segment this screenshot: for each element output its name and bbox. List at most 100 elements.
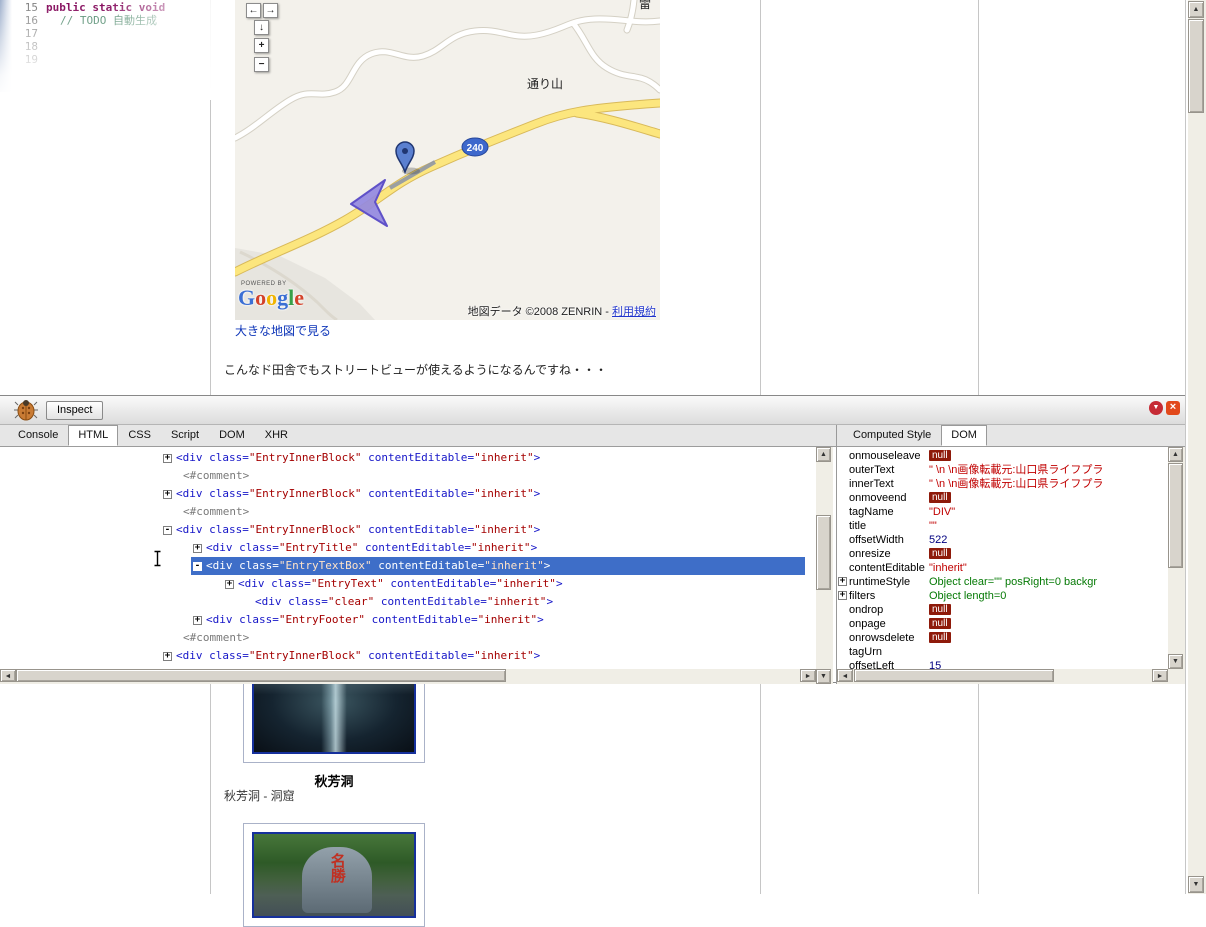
close-icon[interactable]: × (1166, 401, 1180, 415)
right-tab-dom[interactable]: DOM (941, 425, 987, 446)
expander-icon[interactable]: + (163, 652, 172, 661)
scrollbar-corner (1168, 669, 1185, 684)
terms-link[interactable]: 利用規約 (612, 306, 656, 318)
fade-overlay (0, 0, 212, 100)
dom-row[interactable]: onmoveend null (837, 491, 1168, 505)
dom-row[interactable]: ondrop null (837, 603, 1168, 617)
dom-row[interactable]: onpage null (837, 617, 1168, 631)
dom-row[interactable]: onresize null (837, 547, 1168, 561)
dom-row[interactable]: innerText " \n \n画像転載元:山口県ライフプラ (837, 477, 1168, 491)
zoom-in-button[interactable]: + (254, 38, 269, 53)
pan-right-button[interactable]: → (263, 3, 278, 18)
dom-row[interactable]: onrowsdelete null (837, 631, 1168, 645)
tab-console[interactable]: Console (8, 425, 68, 444)
scrollbar-thumb[interactable] (816, 515, 831, 590)
dom-row[interactable]: + filters Object length=0 (837, 589, 1168, 603)
dom-scrollbar-vertical[interactable]: ▲ ▼ (1168, 447, 1185, 669)
scroll-left-icon[interactable]: ◄ (0, 669, 16, 682)
dom-row[interactable]: offsetWidth 522 (837, 533, 1168, 547)
tree-row[interactable]: <div class="clear" contentEditable="inhe… (0, 593, 816, 611)
tab-dom[interactable]: DOM (209, 425, 255, 444)
google-logo-letter: e (294, 285, 305, 310)
tab-css[interactable]: CSS (118, 425, 161, 444)
expander-icon[interactable]: + (193, 616, 202, 625)
right-tab-computed-style[interactable]: Computed Style (843, 425, 941, 444)
tree-row-comment[interactable]: <#comment> (0, 629, 816, 647)
scroll-down-icon[interactable]: ▼ (816, 669, 831, 684)
dom-row[interactable]: tagName "DIV" (837, 505, 1168, 519)
scroll-up-icon[interactable]: ▲ (1188, 1, 1204, 18)
svg-text:240: 240 (467, 143, 484, 154)
dom-row[interactable]: onmouseleave null (837, 449, 1168, 463)
dom-row[interactable]: contentEditable "inherit" (837, 561, 1168, 575)
stone-monument: 名勝 (302, 847, 373, 913)
scroll-down-icon[interactable]: ▼ (1168, 654, 1183, 669)
pan-left-button[interactable]: ← (246, 3, 261, 18)
scrollbar-thumb[interactable] (854, 669, 1054, 682)
tree-row[interactable]: - <div class="EntryTextBox" contentEditab… (0, 557, 816, 575)
tab-xhr[interactable]: XHR (255, 425, 298, 444)
page-edge-divider (1185, 0, 1186, 894)
zoom-out-button[interactable]: − (254, 57, 269, 72)
scroll-left-icon[interactable]: ◄ (837, 669, 853, 682)
scroll-right-icon[interactable]: ► (1152, 669, 1168, 682)
inspect-button[interactable]: Inspect (46, 401, 104, 420)
dom-row[interactable]: + runtimeStyle Object clear="" posRight=0 … (837, 575, 1168, 589)
tree-scrollbar-horizontal[interactable]: ◄ ► (0, 669, 816, 684)
tree-row[interactable]: + <div class="EntryInnerBlock" contentEdi… (0, 647, 816, 665)
firebug-toolbar: Inspect ▼ × (0, 396, 1185, 425)
monument-photo[interactable]: 名勝 (252, 832, 416, 918)
scrollbar-thumb[interactable] (1188, 19, 1204, 113)
tree-row[interactable]: + <div class="EntryTitle" contentEditable… (0, 539, 816, 557)
photo-thumbnail[interactable]: 名勝 (243, 823, 425, 927)
photo-subcaption: 秋芳洞 - 洞窟 (224, 789, 295, 803)
pan-down-button[interactable]: ↓ (254, 20, 269, 35)
google-logo-letter: G (238, 285, 256, 310)
scroll-right-icon[interactable]: ► (800, 669, 816, 682)
dom-properties-panel: onmouseleave null outerText " \n \n画像転載元:山口… (837, 447, 1168, 669)
expander-icon[interactable]: + (838, 591, 847, 600)
firebug-bug-icon (14, 400, 38, 421)
dom-scrollbar-horizontal[interactable]: ◄ ► (837, 669, 1168, 684)
tree-row[interactable]: + <div class="EntryText" contentEditable=… (0, 575, 816, 593)
minimize-icon[interactable]: ▼ (1149, 401, 1163, 415)
expander-icon[interactable]: - (193, 562, 202, 571)
tab-script[interactable]: Script (161, 425, 209, 444)
map-canvas[interactable]: 通り山 雷 240 (235, 0, 660, 320)
scrollbar-thumb[interactable] (16, 669, 506, 682)
expander-icon[interactable]: + (193, 544, 202, 553)
html-tree-panel: + <div class="EntryInnerBlock" contentEdi… (0, 447, 816, 669)
tree-row[interactable]: + <div class="EntryInnerBlock" contentEdi… (0, 449, 816, 467)
dom-row[interactable]: outerText " \n \n画像転載元:山口県ライフプラ (837, 463, 1168, 477)
expander-icon[interactable]: + (838, 577, 847, 586)
view-larger-map-link[interactable]: 大きな地図で見る (235, 322, 331, 339)
main-scrollbar[interactable]: ▲ ▼ (1188, 0, 1206, 894)
scrollbar-thumb[interactable] (1168, 463, 1183, 568)
tree-scrollbar-vertical[interactable]: ▲ ▼ (816, 447, 833, 684)
scroll-up-icon[interactable]: ▲ (816, 447, 831, 462)
map-attribution: 地図データ ©2008 ZENRIN - 利用規約 (468, 303, 656, 319)
tree-row-comment[interactable]: <#comment> (0, 467, 816, 485)
map-embed[interactable]: 通り山 雷 240 ← → ↓ + − POWERED BY Google 地図… (235, 0, 660, 320)
expander-icon[interactable]: + (163, 490, 172, 499)
map-label-mountain: 通り山 (527, 77, 563, 91)
scroll-up-icon[interactable]: ▲ (1168, 447, 1183, 462)
firebug-tabbar: Console HTML CSS Script DOM XHR Computed Styl… (0, 425, 1185, 447)
tree-row[interactable]: - <div class="EntryInnerBlock" contentEdi… (0, 521, 816, 539)
code-editor-ghost: 15public static void16// TODO 自動生成171819 (0, 0, 212, 100)
expander-icon[interactable]: - (163, 526, 172, 535)
attribution-text: 地図データ ©2008 ZENRIN - (467, 306, 612, 318)
dom-row[interactable]: offsetLeft 15 (837, 659, 1168, 669)
scroll-down-icon[interactable]: ▼ (1188, 876, 1204, 893)
tab-html[interactable]: HTML (68, 425, 119, 446)
dom-row[interactable]: tagUrn (837, 645, 1168, 659)
expander-icon[interactable]: + (225, 580, 234, 589)
dom-row[interactable]: title "" (837, 519, 1168, 533)
google-logo-letter: g (277, 285, 289, 310)
google-logo[interactable]: POWERED BY Google (238, 281, 304, 309)
expander-icon[interactable]: + (163, 454, 172, 463)
tree-row-comment[interactable]: <#comment> (0, 503, 816, 521)
tree-row[interactable]: + <div class="EntryFooter" contentEditabl… (0, 611, 816, 629)
map-label-top: 雷 (639, 0, 651, 11)
tree-row[interactable]: + <div class="EntryInnerBlock" contentEdi… (0, 485, 816, 503)
